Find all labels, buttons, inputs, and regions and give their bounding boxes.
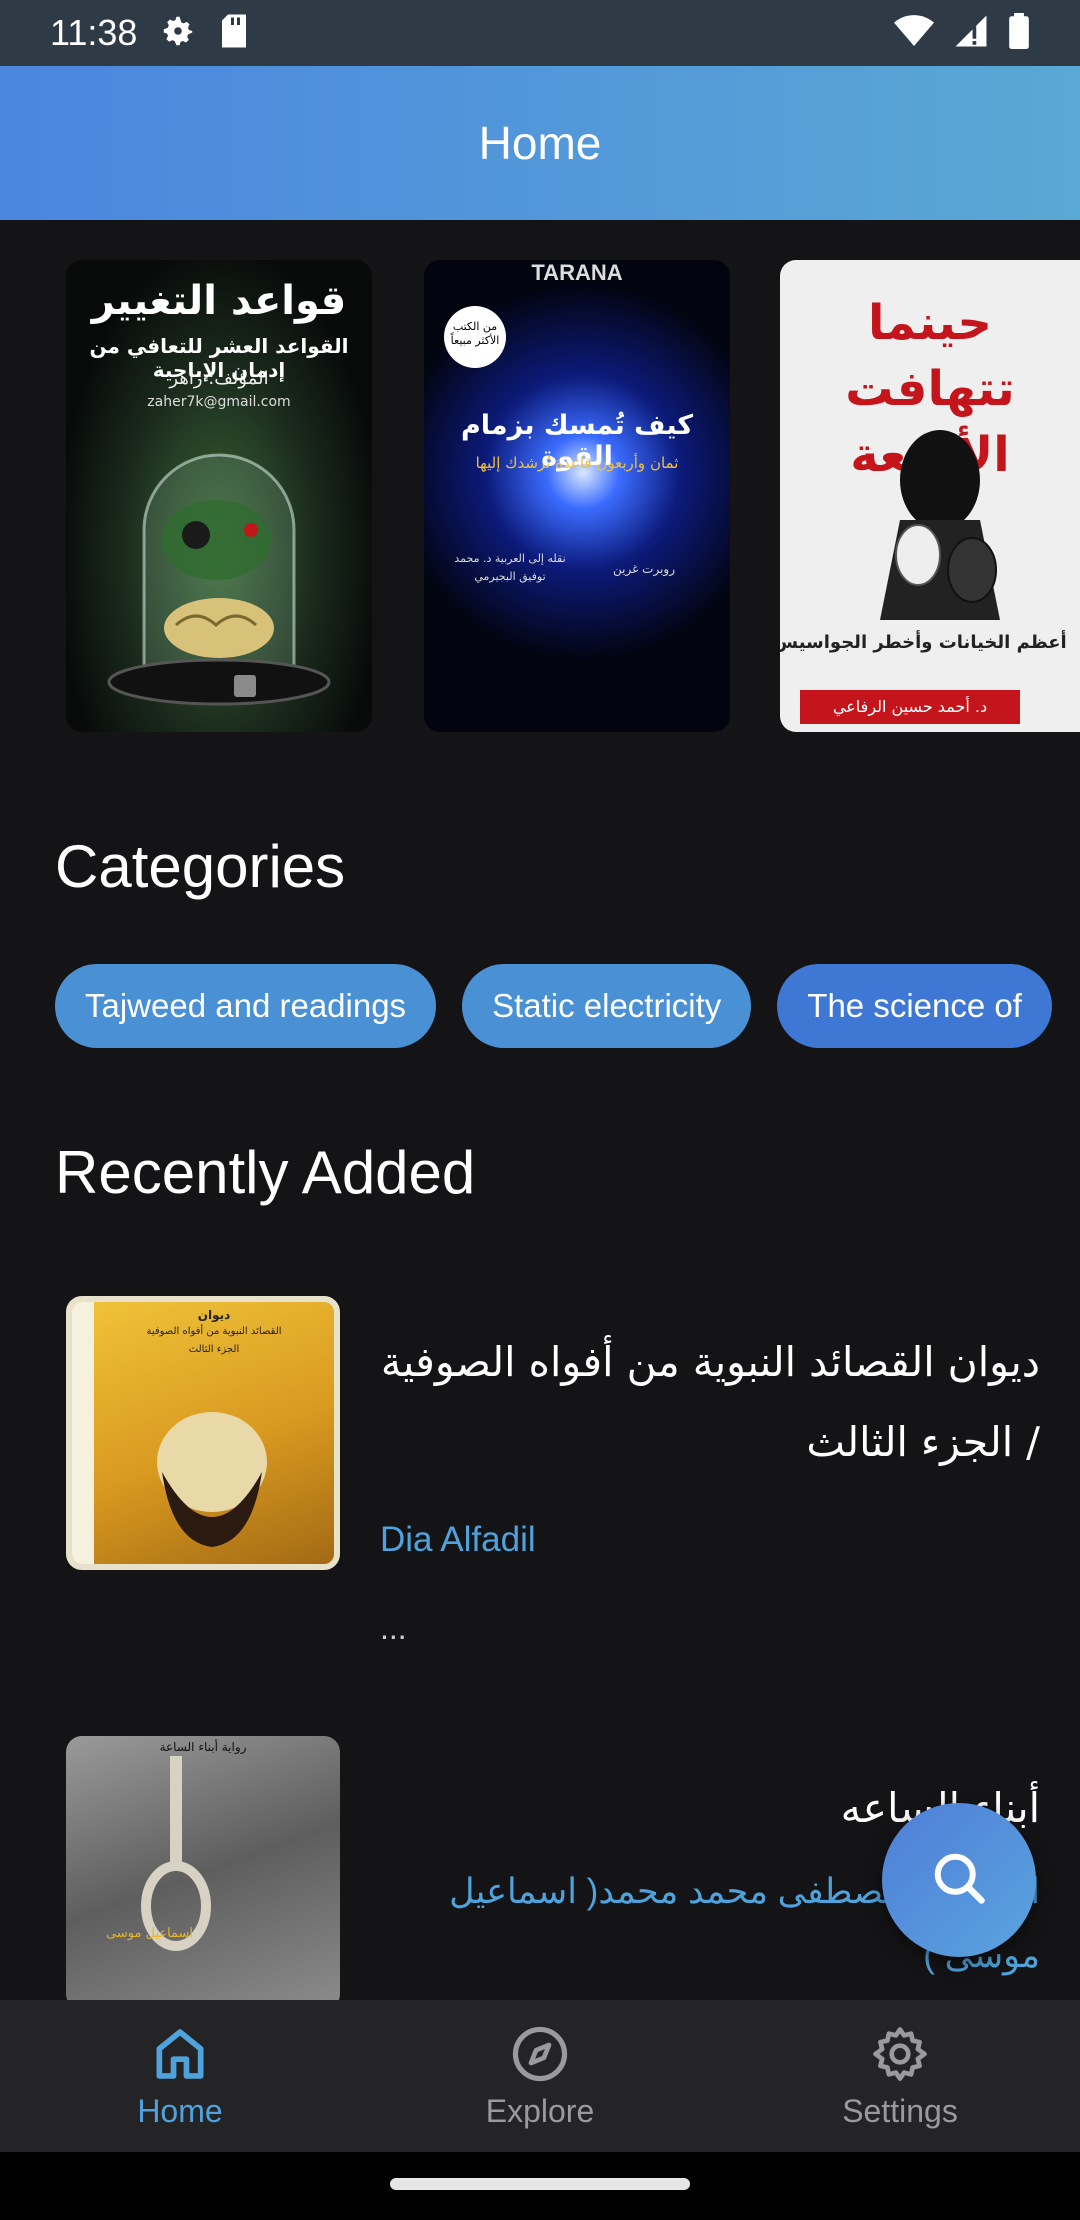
cover-translator: نقله إلى العربية د. محمد توفيق البجيرمي <box>454 552 566 583</box>
wifi-icon <box>894 14 934 52</box>
categories-chips[interactable]: Tajweed and readings Static electricity Th… <box>55 964 1080 1048</box>
cover-email: zaher7k@gmail.com <box>147 394 291 410</box>
cover-title: قواعد التغيير <box>91 278 347 324</box>
page-title: Home <box>478 117 602 169</box>
list-item[interactable]: ديوان القصائد النبوية من أفواه الصوفية ا… <box>0 1280 1080 1700</box>
featured-carousel[interactable]: قواعد التغيير القواعد العشر للتعافي من إ… <box>0 220 1080 760</box>
cover-heading: ديوان <box>197 1308 231 1322</box>
cover-heading: رواية أبناء الساعة <box>159 1740 247 1754</box>
book-author[interactable]: Dia Alfadil <box>380 1508 1040 1572</box>
home-gesture-handle[interactable] <box>390 2178 690 2190</box>
compass-icon <box>509 2023 571 2089</box>
cover-publisher: TARANA <box>531 260 623 285</box>
cover-author: روبرت غرين <box>612 562 676 576</box>
sd-card-icon <box>219 13 249 53</box>
cover-author: د. أحمد حسين الرفاعي <box>800 690 1020 724</box>
cover-spine <box>72 1302 94 1564</box>
cover-author: المؤلف: زاهر <box>169 368 269 389</box>
glass-dome-illustration <box>107 453 331 706</box>
nav-label-explore: Explore <box>485 2092 595 2129</box>
home-icon <box>149 2023 211 2089</box>
cover-subtitle: أعظم الخيانات وأخطر الجواسيس <box>780 632 1067 653</box>
book-description: ... <box>380 1610 407 1646</box>
category-chip-static-electricity[interactable]: Static electricity <box>462 964 752 1048</box>
search-button[interactable] <box>882 1803 1036 1957</box>
signal-icon <box>952 14 990 52</box>
categories-heading: Categories <box>55 833 346 900</box>
bestseller-badge: من الكتب الأكثر مبيعاً <box>444 306 506 368</box>
app-bar: Home <box>0 66 1080 220</box>
category-chip-science[interactable]: The science of <box>777 964 1052 1048</box>
bottom-navigation: Home Explore Settings <box>0 2000 1080 2152</box>
cover-subtitle: ثمان وأربعون قاعدة تُرشدك إليها <box>475 454 679 472</box>
featured-book-cover-1[interactable]: قواعد التغيير القواعد العشر للتعافي من إ… <box>66 260 372 732</box>
status-time: 11:38 <box>50 12 138 53</box>
nav-label-settings: Settings <box>842 2092 958 2129</box>
featured-book-cover-3[interactable]: حينما تتهافت الأقنعة أعظم الخيانات وأخطر… <box>780 260 1080 732</box>
book-title[interactable]: ديوان القصائد النبوية من أفواه الصوفية /… <box>380 1322 1040 1482</box>
book-thumbnail[interactable]: رواية أبناء الساعة اسماعيل موسى <box>66 1736 340 2000</box>
nav-item-explore[interactable]: Explore <box>360 2000 720 2152</box>
search-icon <box>929 1848 989 1912</box>
book-thumbnail[interactable]: ديوان القصائد النبوية من أفواه الصوفية ا… <box>66 1296 340 1570</box>
cover-author: اسماعيل موسى <box>106 1926 194 1941</box>
cover-part: الجزء الثالث <box>188 1344 240 1355</box>
battery-icon <box>1008 13 1030 53</box>
embrace-illustration <box>157 1412 267 1547</box>
featured-book-cover-2[interactable]: TARANA من الكتب الأكثر مبيعاً كيف تُمسك … <box>424 260 730 732</box>
nav-item-settings[interactable]: Settings <box>720 2000 1080 2152</box>
nav-label-home: Home <box>137 2092 223 2129</box>
masks-illustration <box>880 430 1000 620</box>
recently-added-heading: Recently Added <box>55 1139 476 1206</box>
gear-icon <box>869 2023 931 2089</box>
cover-subtitle: القصائد النبوية من أفواه الصوفية <box>146 1326 282 1337</box>
gesture-bar <box>0 2152 1080 2220</box>
category-chip-tajweed[interactable]: Tajweed and readings <box>55 964 437 1048</box>
status-bar: 11:38 <box>0 0 1080 66</box>
nav-item-home[interactable]: Home <box>0 2000 360 2152</box>
settings-status-icon <box>159 12 197 54</box>
